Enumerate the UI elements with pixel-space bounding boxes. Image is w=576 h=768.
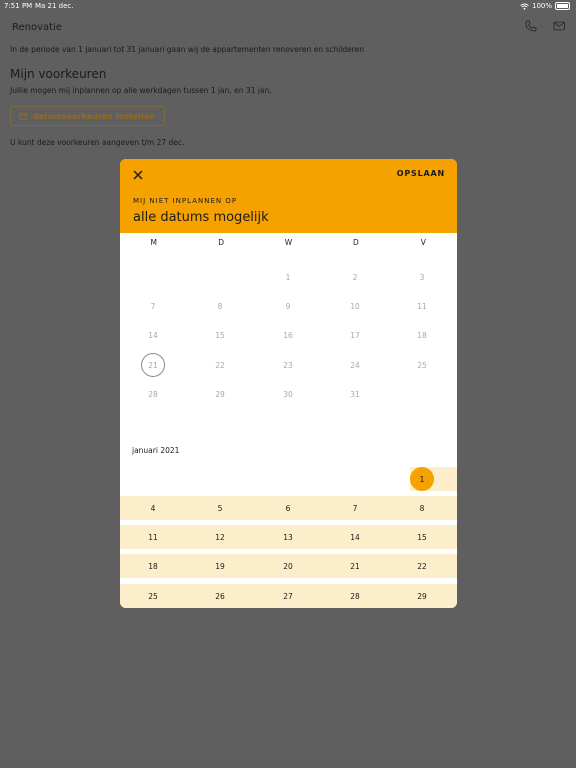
calendar-day: 2 [352, 272, 358, 282]
status-date: Ma 21 dec. [35, 2, 74, 10]
page-title: Renovatie [12, 22, 63, 33]
calendar-day: 30 [283, 389, 293, 399]
calendar-day: 9 [285, 301, 291, 311]
section-subtitle: Jullie mogen mij inplannen op alle werkd… [10, 86, 272, 95]
calendar-icon [19, 112, 27, 120]
date-picker-modal: OPSLAAN MIJ NIET INPLANNEN OP alle datum… [120, 159, 457, 608]
calendar-day[interactable]: 28 [343, 584, 367, 608]
today-marker: 21 [141, 353, 165, 377]
calendar-day: 1 [285, 272, 291, 282]
selected-day[interactable]: 1 [410, 467, 434, 491]
set-date-preferences-button[interactable]: datumvoorkeuren instellen [10, 106, 166, 126]
calendar-day[interactable]: 5 [208, 496, 232, 520]
calendar-day: 24 [350, 360, 360, 370]
exclusion-label: MIJ NIET INPLANNEN OP [133, 197, 238, 205]
calendar-day[interactable]: 20 [276, 554, 300, 578]
mail-icon[interactable] [553, 20, 566, 32]
calendar-day: 31 [350, 389, 360, 399]
calendar-day[interactable]: 25 [141, 584, 165, 608]
calendar-day[interactable]: 19 [208, 554, 232, 578]
calendar-day: 15 [215, 330, 225, 340]
calendar-day: 10 [350, 301, 360, 311]
calendar-day[interactable]: 27 [276, 584, 300, 608]
weekday-label: W [284, 238, 293, 247]
weekday-label: D [218, 238, 224, 247]
calendar-day: 25 [417, 360, 427, 370]
month-label: januari 2021 [132, 446, 180, 455]
calendar-day: 7 [150, 301, 156, 311]
set-date-preferences-label: datumvoorkeuren instellen [33, 111, 156, 121]
save-button[interactable]: OPSLAAN [397, 169, 445, 178]
calendar-day[interactable]: 26 [208, 584, 232, 608]
modal-header: OPSLAAN MIJ NIET INPLANNEN OP alle datum… [120, 159, 457, 233]
exclusion-value: alle datums mogelijk [133, 210, 269, 225]
intro-text: In de periode van 1 januari tot 31 janua… [10, 45, 364, 54]
calendar-day[interactable]: 13 [276, 525, 300, 549]
status-right: 100% [520, 0, 570, 12]
weekday-label: D [353, 238, 359, 247]
calendar-day[interactable]: 12 [208, 525, 232, 549]
status-bar: 7:51 PM Ma 21 dec. 100% [0, 0, 576, 12]
wifi-icon [520, 3, 529, 10]
calendar-day: 29 [215, 389, 225, 399]
calendar-day: 16 [283, 330, 293, 340]
calendar-day[interactable]: 18 [141, 554, 165, 578]
calendar-day[interactable]: 14 [343, 525, 367, 549]
calendar-day: 22 [215, 360, 225, 370]
calendar-day: 11 [417, 301, 427, 311]
calendar-day: 8 [217, 301, 223, 311]
nav-actions [525, 20, 566, 32]
weekday-header: M D W D V [120, 238, 457, 252]
close-icon[interactable] [132, 169, 144, 181]
calendar-day[interactable]: 29 [410, 584, 434, 608]
calendar-day: 18 [417, 330, 427, 340]
calendar-day: 23 [283, 360, 293, 370]
calendar-day[interactable]: 11 [141, 525, 165, 549]
battery-icon [555, 2, 570, 10]
calendar-day[interactable]: 4 [141, 496, 165, 520]
calendar-day: 14 [148, 330, 158, 340]
calendar-day[interactable]: 7 [343, 496, 367, 520]
calendar-day[interactable]: 15 [410, 525, 434, 549]
deadline-text: U kunt deze voorkeuren aangeven t/m 27 d… [10, 138, 185, 147]
calendar-day: 28 [148, 389, 158, 399]
calendar-day[interactable]: 8 [410, 496, 434, 520]
calendar-day[interactable]: 21 [343, 554, 367, 578]
calendar-day: 3 [419, 272, 425, 282]
weekday-label: V [420, 238, 426, 247]
status-time: 7:51 PM [4, 2, 33, 10]
calendar-day[interactable]: 6 [276, 496, 300, 520]
phone-icon[interactable] [525, 20, 537, 32]
battery-percentage: 100% [531, 2, 552, 10]
weekday-label: M [150, 238, 157, 247]
calendar-day[interactable]: 22 [410, 554, 434, 578]
section-title: Mijn voorkeuren [10, 67, 107, 81]
calendar-day: 17 [350, 330, 360, 340]
